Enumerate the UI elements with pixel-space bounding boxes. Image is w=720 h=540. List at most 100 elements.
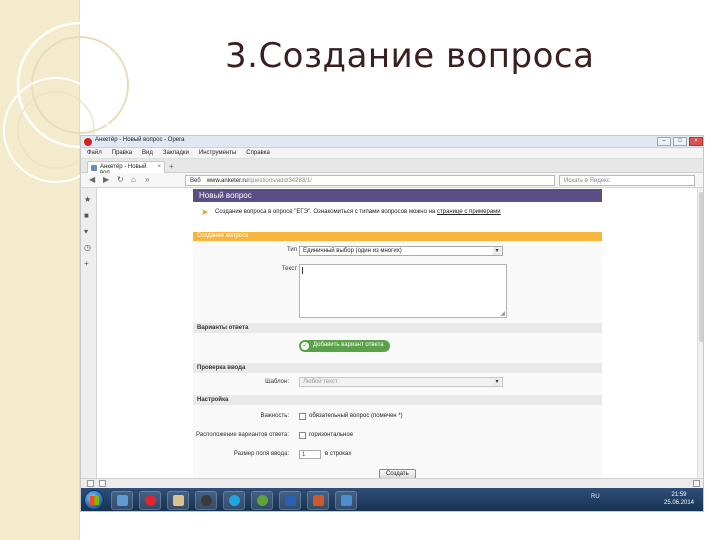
maximize-button[interactable]: □ <box>673 137 687 146</box>
address-prefix: Веб <box>190 178 201 184</box>
input-size-field[interactable]: 1 <box>299 450 321 459</box>
settings-panel: Важность: обязательный вопрос (помечен *… <box>193 405 602 479</box>
hint-arrow-icon: ➤ <box>201 207 209 217</box>
menu-file[interactable]: Файл <box>87 150 102 156</box>
close-button[interactable]: × <box>689 137 703 146</box>
taskbar-word-app[interactable] <box>279 491 301 510</box>
page-header: Новый вопрос <box>193 189 602 202</box>
taskbar-clock[interactable]: 21:59 25.06.2014 <box>659 491 699 507</box>
create-panel: Тип вопроса: Единичный выбор (один из мн… <box>193 241 602 323</box>
slide-title: 3.Создание вопроса <box>225 36 595 76</box>
page-content: Новый вопрос ➤ Создание вопроса в опросе… <box>97 188 703 479</box>
hp-icon <box>201 495 212 506</box>
required-option-label: обязательный вопрос (помечен *) <box>309 413 403 419</box>
browser-sidebar: ★ ■ ▾ ◷ + <box>81 188 97 478</box>
add-answer-button[interactable]: ✓ Добавить вариант ответа <box>299 340 390 352</box>
speed-dial-icon[interactable] <box>99 480 106 487</box>
taskbar-opera-app[interactable] <box>139 491 161 510</box>
history-icon[interactable]: ◷ <box>84 244 91 252</box>
taskbar-hp-app[interactable] <box>195 491 217 510</box>
intro-text: Создание вопроса в опросе "ЕГЭ". Ознаком… <box>215 209 501 215</box>
downloads-icon[interactable]: ▾ <box>84 228 88 236</box>
skype-icon <box>229 495 240 506</box>
word-icon <box>285 495 296 506</box>
validation-panel: Шаблон: Любой текст ▾ <box>193 373 602 395</box>
address-bar[interactable]: Веб www.anketer.ru/questions/add/34283/1/ <box>185 175 555 186</box>
section-settings: Настройка <box>193 395 602 405</box>
page-scrollbar[interactable] <box>697 188 703 478</box>
skip-forward-icon[interactable]: » <box>145 176 149 184</box>
reload-icon[interactable]: ↻ <box>117 176 124 184</box>
home-icon[interactable]: ⌂ <box>131 176 136 184</box>
horizontal-option-label: горизонтальное <box>309 432 354 438</box>
answer-layout-label: Расположение вариантов ответа: <box>195 432 289 438</box>
navigation-bar: ◀ ▶ ↻ ⌂ » Веб www.anketer.ru/questions/ad… <box>81 173 703 188</box>
resize-handle-icon[interactable]: ◢ <box>500 310 505 317</box>
menu-bar: Файл Правка Вид Закладки Инструменты Спр… <box>81 148 703 159</box>
new-tab-icon[interactable]: + <box>169 162 174 171</box>
required-checkbox[interactable] <box>299 413 306 420</box>
address-path: /questions/add/34283/1/ <box>247 178 312 184</box>
torrent-icon <box>257 495 268 506</box>
tab-bar: Анкетёр - Новый воп... × + <box>81 159 703 176</box>
taskbar-explorer-app[interactable] <box>111 491 133 510</box>
section-answer-options: Варианты ответа <box>193 323 602 333</box>
taskbar-paint-app[interactable] <box>335 491 357 510</box>
tab-close-icon[interactable]: × <box>157 164 161 170</box>
menu-tools[interactable]: Инструменты <box>199 150 236 156</box>
powerpoint-icon <box>313 495 324 506</box>
question-type-select[interactable]: Единичный выбор (один из многих) ▾ <box>299 246 503 256</box>
forward-icon[interactable]: ▶ <box>103 176 109 184</box>
start-button[interactable] <box>84 490 104 510</box>
menu-view[interactable]: Вид <box>142 150 153 156</box>
windows-logo-icon <box>90 496 99 505</box>
folder-icon <box>117 495 128 506</box>
notes-icon[interactable]: ■ <box>84 212 89 220</box>
horizontal-checkbox[interactable] <box>299 432 306 439</box>
clock-date: 25.06.2014 <box>663 500 695 506</box>
search-field[interactable]: Искать в Яндекс <box>559 175 695 186</box>
scrollbar-thumb[interactable] <box>699 192 703 342</box>
taskbar-powerpoint-app[interactable] <box>307 491 329 510</box>
section-input-validation: Проверка ввода <box>193 363 602 373</box>
template-select[interactable]: Любой текст ▾ <box>299 377 503 387</box>
template-value: Любой текст <box>303 379 338 385</box>
paint-icon <box>341 495 352 506</box>
menu-bookmarks[interactable]: Закладки <box>163 150 189 156</box>
question-type-value: Единичный выбор (один из многих) <box>303 248 402 254</box>
intro-description: Создание вопроса в опросе "ЕГЭ". Ознаком… <box>215 209 436 215</box>
search-placeholder: Искать в Яндекс <box>564 178 610 184</box>
question-text-input[interactable]: ◢ <box>299 264 507 318</box>
back-icon[interactable]: ◀ <box>89 176 95 184</box>
section-create-question: Создание вопроса <box>193 232 602 241</box>
taskbar-files-app[interactable] <box>167 491 189 510</box>
taskbar-torrent-app[interactable] <box>251 491 273 510</box>
taskbar-skype-app[interactable] <box>223 491 245 510</box>
bookmarks-star-icon[interactable]: ★ <box>84 196 91 204</box>
page-icon <box>91 165 97 171</box>
windows-taskbar: RU 21:59 25.06.2014 <box>81 488 703 511</box>
input-size-unit: в строках <box>325 451 352 457</box>
window-titlebar: Анкетёр - Новый вопрос - Opera – □ × <box>81 136 703 148</box>
tab-new-question[interactable]: Анкетёр - Новый воп... × <box>87 161 165 176</box>
chevron-down-icon: ▾ <box>493 378 501 386</box>
menu-help[interactable]: Справка <box>246 150 270 156</box>
language-indicator[interactable]: RU <box>591 494 600 500</box>
minimize-button[interactable]: – <box>657 137 671 146</box>
examples-link[interactable]: странице с примерами <box>437 209 501 215</box>
menu-edit[interactable]: Правка <box>112 150 132 156</box>
input-size-label: Размер поля ввода: <box>233 451 289 457</box>
add-panel-icon[interactable]: + <box>84 260 89 268</box>
window-title: Анкетёр - Новый вопрос - Opera <box>95 137 185 143</box>
check-circle-icon: ✓ <box>301 342 309 350</box>
zoom-icon[interactable] <box>693 480 700 487</box>
chevron-down-icon: ▾ <box>493 247 501 255</box>
files-icon <box>173 495 184 506</box>
status-bar <box>81 478 703 488</box>
browser-screenshot: Анкетёр - Новый вопрос - Opera – □ × Фай… <box>80 135 704 512</box>
opera-logo-icon <box>84 138 92 146</box>
opera-icon <box>145 495 156 506</box>
panel-toggle-icon[interactable] <box>87 480 94 487</box>
address-domain: www.anketer.ru <box>206 178 248 184</box>
answers-panel: ✓ Добавить вариант ответа <box>193 333 602 363</box>
